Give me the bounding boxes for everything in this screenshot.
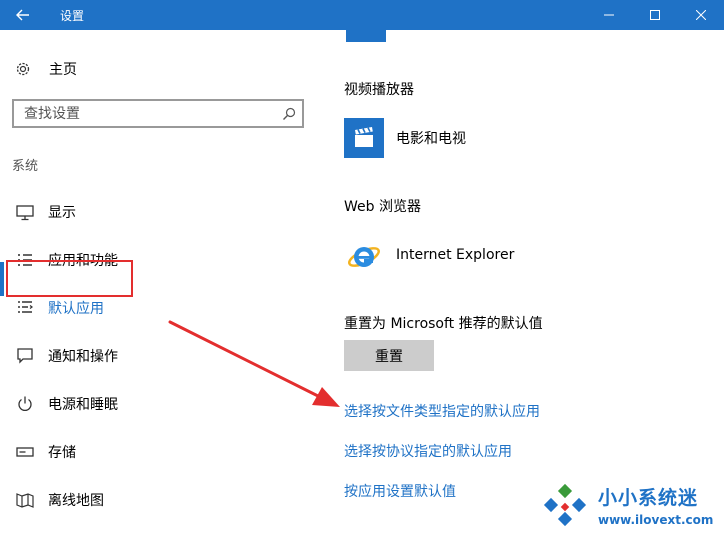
watermark-url: www.ilovext.com — [598, 513, 714, 527]
watermark-title: 小小系统迷 — [598, 487, 699, 509]
app-tile-partial — [346, 30, 386, 42]
internet-explorer-icon — [348, 247, 380, 267]
sidebar-item-label: 显示 — [48, 205, 76, 221]
storage-icon — [16, 447, 34, 457]
minimize-button[interactable] — [586, 0, 632, 30]
sidebar-item-notifications[interactable]: 通知和操作 — [0, 335, 320, 375]
watermark-logo: 小小系统迷 www.ilovext.com — [536, 480, 724, 538]
close-button[interactable] — [678, 0, 724, 30]
search-icon — [283, 107, 296, 120]
link-choose-by-protocol[interactable]: 选择按协议指定的默认应用 — [344, 441, 512, 461]
home-label: 主页 — [49, 62, 77, 78]
browser-app-name: Internet Explorer — [396, 247, 515, 263]
sidebar-item-label: 离线地图 — [48, 493, 104, 509]
power-icon — [18, 396, 32, 411]
sidebar-item-label: 存储 — [48, 445, 76, 461]
maximize-button[interactable] — [632, 0, 678, 30]
minimize-icon — [604, 14, 614, 16]
reset-button[interactable]: 重置 — [344, 340, 434, 371]
default-apps-icon — [18, 301, 33, 313]
window-title: 设置 — [60, 9, 85, 23]
browser-app-selector[interactable]: Internet Explorer — [344, 235, 514, 275]
back-button[interactable] — [0, 0, 46, 30]
content-pane: 视频播放器 电影和电视 Web 浏览器 Internet Explorer 重置… — [320, 30, 724, 538]
sidebar-item-label: 通知和操作 — [48, 349, 118, 365]
search-input[interactable] — [24, 105, 274, 123]
video-player-heading: 视频播放器 — [344, 82, 414, 98]
back-arrow-icon — [16, 9, 29, 21]
monitor-icon — [16, 205, 34, 221]
gear-icon — [16, 62, 30, 76]
title-bar: 设置 — [0, 0, 724, 30]
search-box — [12, 99, 304, 128]
sidebar-item-offline-maps[interactable]: 离线地图 — [0, 479, 320, 519]
maximize-icon — [650, 10, 660, 20]
home-nav-item[interactable]: 主页 — [14, 59, 77, 79]
video-app-selector[interactable]: 电影和电视 — [344, 118, 466, 158]
watermark-diamond-icon — [543, 483, 587, 527]
sidebar-item-label: 电源和睡眠 — [48, 397, 118, 413]
video-app-name: 电影和电视 — [396, 131, 466, 147]
sidebar-item-label: 默认应用 — [48, 301, 104, 317]
section-label-system: 系统 — [12, 159, 39, 174]
sidebar-item-display[interactable]: 显示 — [0, 191, 320, 231]
sidebar-item-storage[interactable]: 存储 — [0, 431, 320, 471]
link-choose-by-file-type[interactable]: 选择按文件类型指定的默认应用 — [344, 401, 540, 421]
selection-indicator — [0, 262, 4, 296]
close-icon — [696, 10, 706, 20]
movies-tv-icon — [344, 118, 384, 158]
sidebar-item-power-sleep[interactable]: 电源和睡眠 — [0, 383, 320, 423]
highlight-annotation-box — [6, 260, 133, 297]
link-set-defaults-by-app[interactable]: 按应用设置默认值 — [344, 481, 456, 501]
reset-heading: 重置为 Microsoft 推荐的默认值 — [344, 316, 543, 332]
notification-icon — [17, 348, 33, 364]
map-icon — [16, 493, 34, 508]
web-browser-heading: Web 浏览器 — [344, 199, 421, 215]
